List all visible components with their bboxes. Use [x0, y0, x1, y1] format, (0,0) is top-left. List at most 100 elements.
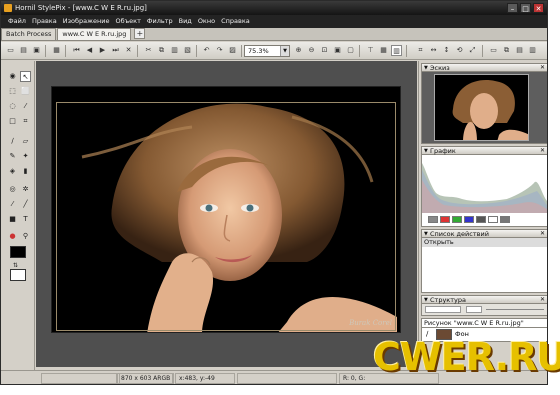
cut-icon[interactable]: ✂ [143, 45, 154, 56]
save-icon[interactable]: ▣ [31, 45, 42, 56]
color-wheel-icon[interactable]: ● [7, 231, 18, 242]
zoom-in-icon[interactable]: ⊕ [293, 45, 304, 56]
opacity-slider[interactable] [486, 309, 544, 310]
transform-tool-icon[interactable]: ⬚ [7, 86, 18, 97]
flip-horizontal-icon[interactable]: ↔ [428, 45, 439, 56]
flip-vertical-icon[interactable]: ↕ [441, 45, 452, 56]
menu-object[interactable]: Объект [112, 15, 143, 28]
clone-icon[interactable]: ✦ [20, 151, 31, 162]
copy-icon[interactable]: ⧉ [156, 45, 167, 56]
document-image[interactable]: Burak Corel [51, 86, 401, 333]
eraser-icon[interactable]: ▱ [20, 136, 31, 147]
rect-select-icon[interactable]: ⬜ [20, 86, 31, 97]
next-icon[interactable]: ▶ [97, 45, 108, 56]
history-icon[interactable]: ▨ [227, 45, 238, 56]
channel-settings-button[interactable] [500, 216, 510, 223]
redo-icon[interactable]: ↷ [214, 45, 225, 56]
close-button[interactable]: ✕ [533, 3, 544, 13]
navigator-header[interactable]: ▼ Эскиз ✕ [421, 63, 547, 72]
dropper-icon[interactable]: ⁄ [7, 199, 18, 210]
brush-icon[interactable]: ∕ [7, 136, 18, 147]
chevron-down-icon[interactable]: ▼ [280, 46, 289, 56]
shape-icon[interactable]: ■ [7, 214, 18, 225]
line-icon[interactable]: ╱ [20, 199, 31, 210]
print-icon[interactable]: ▦ [51, 45, 62, 56]
channel-all-button[interactable] [428, 216, 438, 223]
navigator-thumbnail[interactable] [434, 74, 529, 141]
menu-view[interactable]: Вид [176, 15, 195, 28]
red-eye-icon[interactable]: ◎ [7, 184, 18, 195]
panel-close-icon[interactable]: ✕ [540, 64, 545, 72]
fit-window-icon[interactable]: ⊡ [319, 45, 330, 56]
fullscreen-icon[interactable]: ▢ [345, 45, 356, 56]
zoom-out-icon[interactable]: ⊖ [306, 45, 317, 56]
paste-new-icon[interactable]: ▧ [182, 45, 193, 56]
layer-copy-icon[interactable]: ⧉ [501, 45, 512, 56]
guides-icon[interactable]: ▥ [391, 45, 402, 56]
close-doc-icon[interactable]: ✕ [123, 45, 134, 56]
collapse-icon[interactable]: ▼ [424, 147, 428, 155]
grid-icon[interactable]: ▦ [378, 45, 389, 56]
blur-icon[interactable]: ✲ [20, 184, 31, 195]
maximize-button[interactable]: □ [520, 3, 531, 13]
layer-flatten-icon[interactable]: ▥ [527, 45, 538, 56]
histogram-header[interactable]: ▼ График ✕ [421, 146, 547, 155]
history-header[interactable]: ▼ Список действий ✕ [421, 229, 547, 238]
structure-item[interactable]: Рисунок "www.C W E R.ru.jpg" [421, 318, 547, 328]
background-color[interactable] [10, 269, 26, 281]
pencil-icon[interactable]: ✎ [7, 151, 18, 162]
menu-window[interactable]: Окно [195, 15, 218, 28]
fill-icon[interactable]: ◈ [7, 166, 18, 177]
new-icon[interactable]: ▭ [5, 45, 16, 56]
history-item[interactable]: Открыть [422, 238, 547, 247]
collapse-icon[interactable]: ▼ [424, 64, 428, 72]
crop-tool-icon[interactable]: ⌗ [20, 116, 31, 127]
menu-help[interactable]: Справка [218, 15, 253, 28]
menu-file[interactable]: Файл [5, 15, 29, 28]
collapse-icon[interactable]: ▼ [424, 230, 428, 238]
prev-icon[interactable]: ◀ [84, 45, 95, 56]
layer-merge-icon[interactable]: ▤ [514, 45, 525, 56]
channel-alpha-button[interactable] [488, 216, 498, 223]
panel-close-icon[interactable]: ✕ [540, 147, 545, 155]
magic-wand-icon[interactable]: ⁄ [20, 101, 31, 112]
gradient-icon[interactable]: ▮ [20, 166, 31, 177]
minimize-button[interactable]: – [507, 3, 518, 13]
structure-header[interactable]: ▼ Структура ✕ [421, 295, 547, 304]
text-tool-icon[interactable]: T [20, 214, 31, 225]
channel-blue-button[interactable] [464, 216, 474, 223]
last-icon[interactable]: ⏭ [110, 45, 121, 56]
first-icon[interactable]: ⏮ [71, 45, 82, 56]
crop-icon[interactable]: ⌗ [415, 45, 426, 56]
opacity-field[interactable] [466, 306, 482, 313]
rotate-icon[interactable]: ⟲ [454, 45, 465, 56]
channel-red-button[interactable] [440, 216, 450, 223]
undo-icon[interactable]: ↶ [201, 45, 212, 56]
marquee-icon[interactable]: □ [7, 116, 18, 127]
menu-filter[interactable]: Фильтр [144, 15, 176, 28]
lasso-icon[interactable]: ◌ [7, 101, 18, 112]
actual-size-icon[interactable]: ▣ [332, 45, 343, 56]
zoom-select[interactable]: 75.3% ▼ [244, 45, 290, 57]
canvas-area[interactable]: Burak Corel [36, 61, 417, 367]
foreground-color[interactable] [10, 246, 26, 258]
new-tab-button[interactable]: + [134, 28, 146, 39]
zoom-tool-icon[interactable]: ⚲ [20, 231, 31, 242]
menu-image[interactable]: Изображение [60, 15, 113, 28]
tab-batch-process[interactable]: Batch Process [1, 28, 57, 40]
rulers-icon[interactable]: ⊤ [365, 45, 376, 56]
eye-icon[interactable]: ◉ [7, 71, 18, 82]
resize-icon[interactable]: ⤢ [467, 45, 478, 56]
open-icon[interactable]: ▤ [18, 45, 29, 56]
panel-close-icon[interactable]: ✕ [540, 296, 545, 304]
navigator-panel[interactable] [421, 72, 547, 144]
blend-mode-select[interactable] [425, 306, 461, 313]
move-tool-icon[interactable]: ↖ [20, 71, 31, 82]
channel-luma-button[interactable] [476, 216, 486, 223]
menu-edit[interactable]: Правка [29, 15, 60, 28]
collapse-icon[interactable]: ▼ [424, 296, 428, 304]
channel-green-button[interactable] [452, 216, 462, 223]
panel-close-icon[interactable]: ✕ [540, 230, 545, 238]
layer-new-icon[interactable]: ▭ [488, 45, 499, 56]
tab-image[interactable]: www.C W E R.ru.jpg [57, 28, 132, 40]
